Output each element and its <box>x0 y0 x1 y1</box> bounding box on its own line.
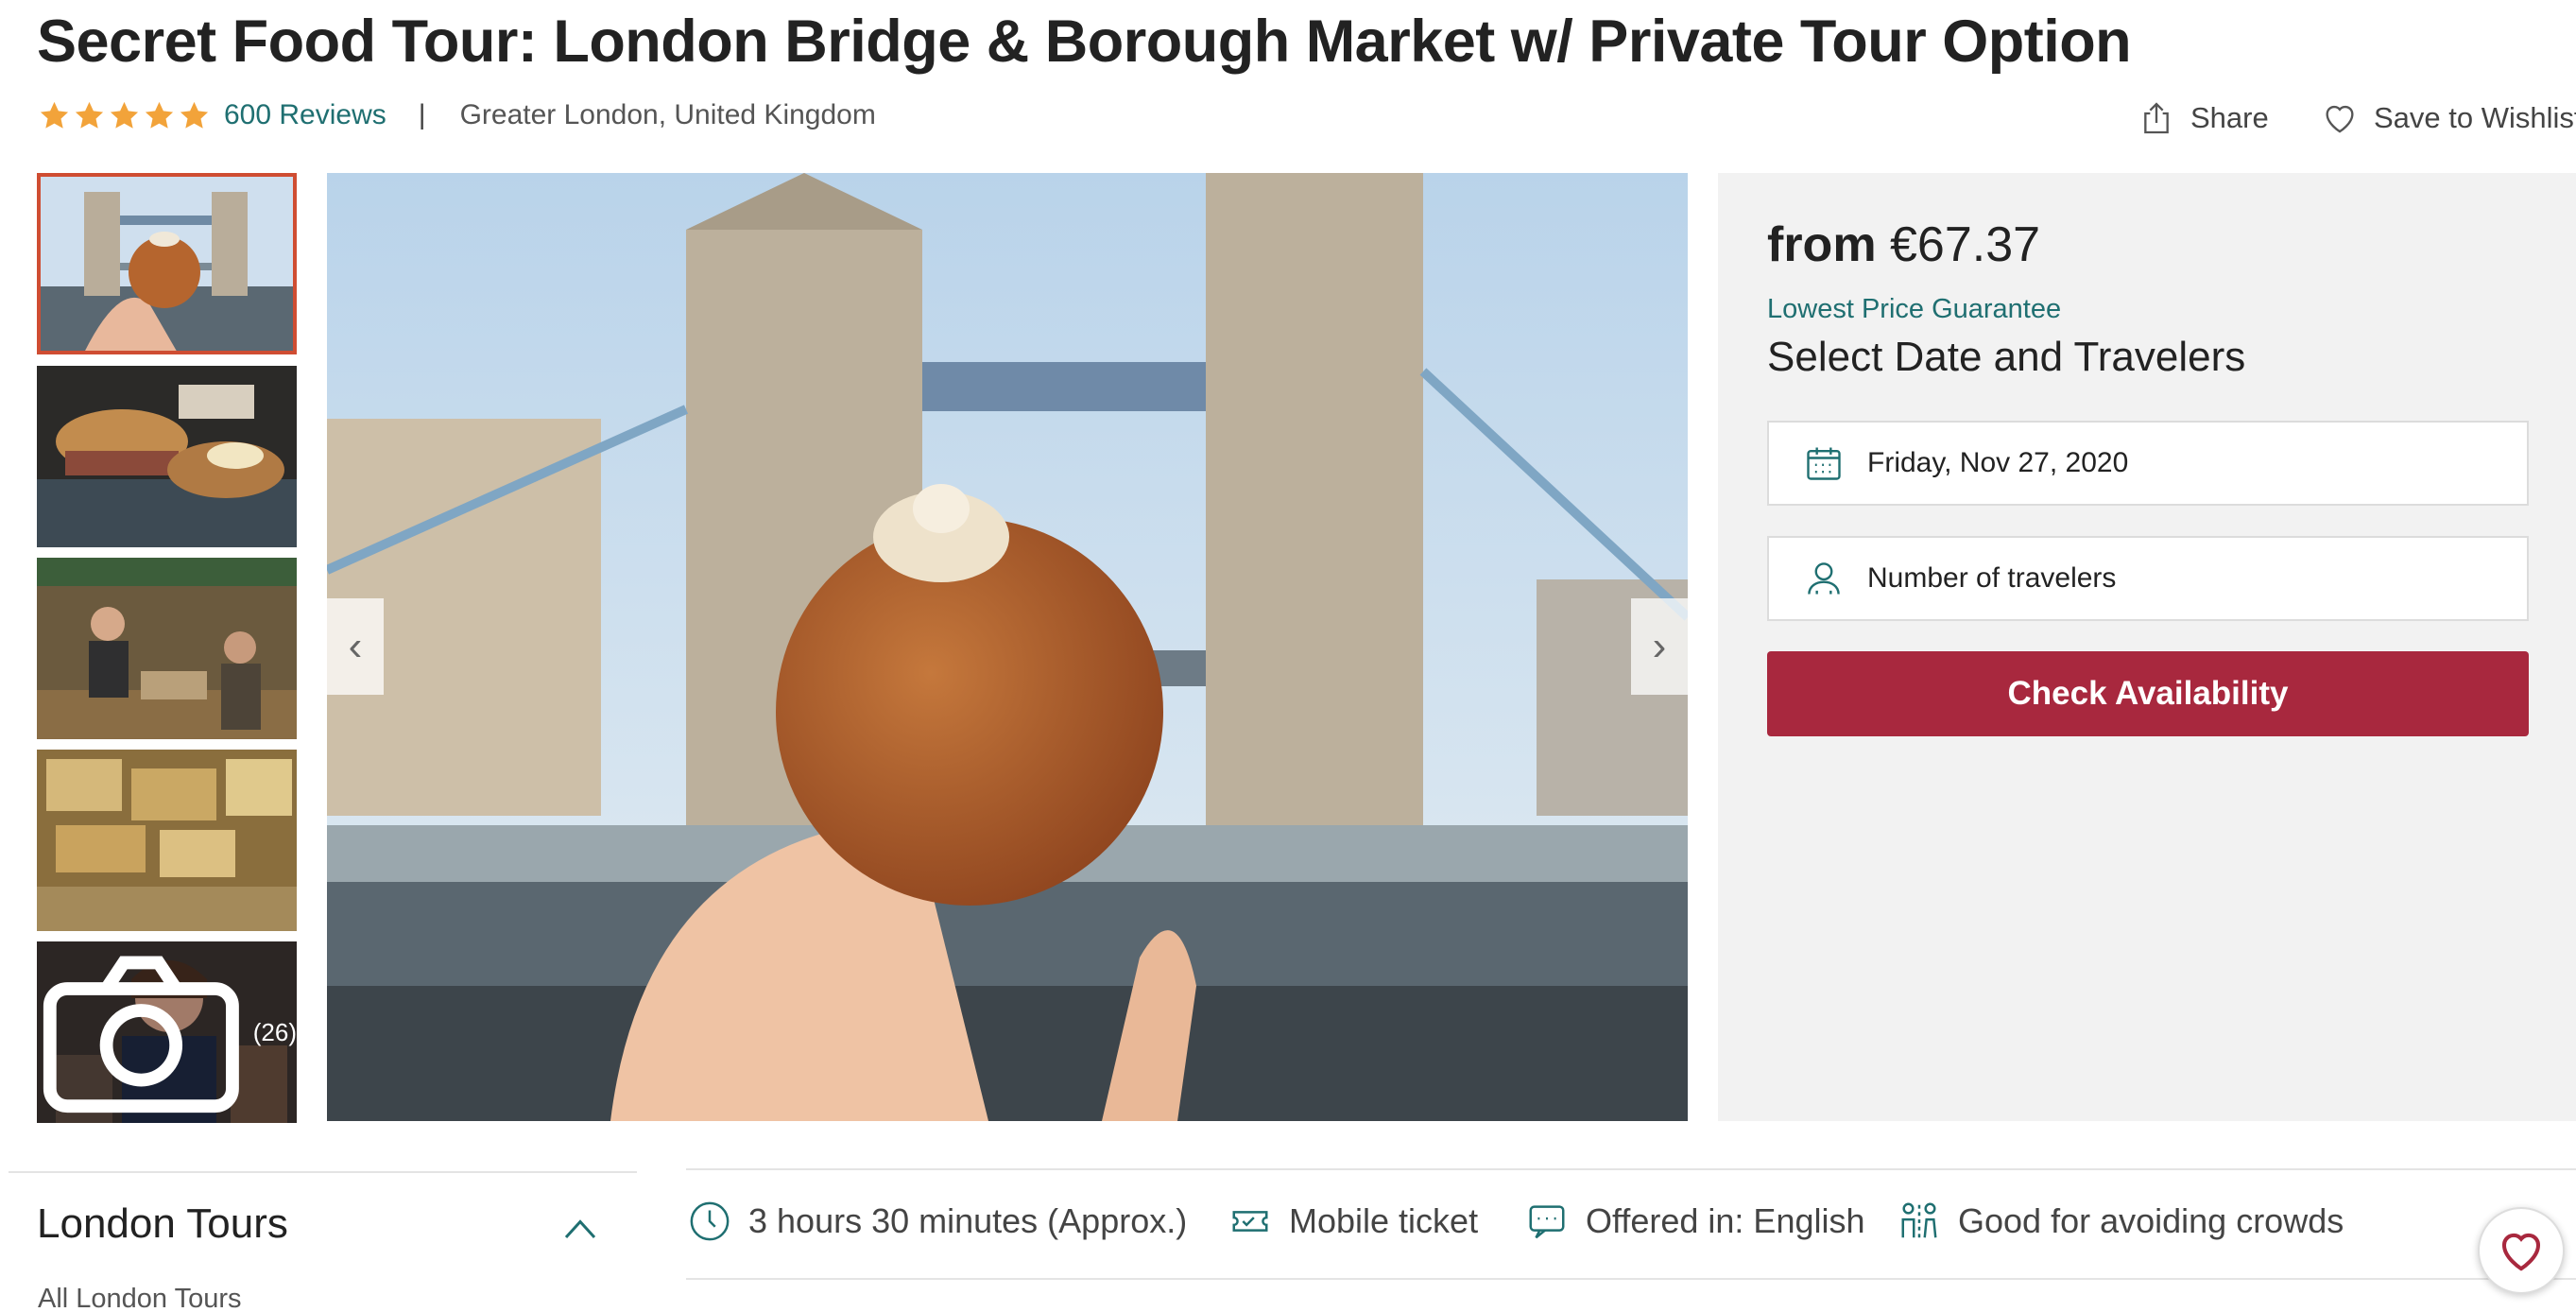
calendar-icon <box>1807 447 1841 480</box>
feature-duration: 3 hours 30 minutes (Approx.) <box>688 1199 1187 1244</box>
thumbnail-image <box>37 173 297 354</box>
lowest-price-guarantee-link[interactable]: Lowest Price Guarantee <box>1767 294 2061 325</box>
rating-row: 600 Reviews | Greater London, United Kin… <box>38 96 876 134</box>
photo-count-overlay[interactable]: (26) <box>37 941 297 1123</box>
gallery-next-button[interactable]: › <box>1631 598 1688 695</box>
date-value: Friday, Nov 27, 2020 <box>1867 447 2129 478</box>
select-date-travelers-heading: Select Date and Travelers <box>1767 334 2246 380</box>
star-icon <box>180 101 209 129</box>
page-title: Secret Food Tour: London Bridge & Boroug… <box>37 9 2132 75</box>
person-icon <box>1808 562 1840 595</box>
thumbnail-image <box>37 366 297 547</box>
feature-label: Mobile ticket <box>1289 1201 1479 1240</box>
chevron-left-icon: ‹ <box>348 623 363 669</box>
heart-outline-icon <box>2326 105 2354 133</box>
price-prefix: from <box>1767 217 1877 272</box>
photo-count: (26) <box>252 1017 297 1046</box>
divider <box>686 1168 2576 1170</box>
share-label: Share <box>2190 101 2269 134</box>
feature-avoid-crowds: Good for avoiding crowds <box>1898 1199 2344 1244</box>
booking-panel: from €67.37 Lowest Price Guarantee Selec… <box>1718 173 2576 1121</box>
divider <box>686 1278 2576 1280</box>
chat-icon <box>1529 1205 1565 1239</box>
reviews-link[interactable]: 600 Reviews <box>224 99 386 131</box>
camera-icon <box>43 956 239 1113</box>
meta-separator: | <box>418 99 426 130</box>
divider <box>9 1171 637 1173</box>
star-icon <box>40 101 69 129</box>
heart-outline-icon <box>2501 1233 2541 1271</box>
rating-stars <box>38 99 211 132</box>
star-icon <box>110 101 139 129</box>
save-to-wishlist-button[interactable]: Save to Wishlist <box>2321 96 2576 140</box>
ticket-icon <box>1232 1211 1268 1232</box>
floating-wishlist-button[interactable] <box>2478 1207 2565 1294</box>
thumbnail-image <box>37 558 297 739</box>
price-amount: €67.37 <box>1890 217 2041 272</box>
tower-bridge-doughnut-photo <box>327 173 1688 1121</box>
travelers-field[interactable]: Number of travelers <box>1767 536 2529 621</box>
thumbnail-image <box>37 750 297 931</box>
feature-mobile-ticket: Mobile ticket <box>1228 1199 1478 1244</box>
chevron-up-icon[interactable] <box>563 1217 597 1240</box>
main-photo <box>327 173 1688 1121</box>
people-distance-icon <box>1901 1202 1937 1238</box>
share-button[interactable]: Share <box>2138 96 2269 140</box>
check-availability-button[interactable]: Check Availability <box>1767 651 2529 736</box>
price: from €67.37 <box>1767 216 2040 273</box>
feature-label: 3 hours 30 minutes (Approx.) <box>748 1201 1188 1240</box>
star-icon <box>145 101 174 129</box>
date-picker[interactable]: Friday, Nov 27, 2020 <box>1767 421 2529 506</box>
clock-icon <box>690 1201 730 1241</box>
travelers-placeholder: Number of travelers <box>1867 562 2117 594</box>
thumbnail-market-sandwich[interactable] <box>37 366 297 547</box>
thumbnail-guide-smiling[interactable]: (26) <box>37 941 297 1123</box>
thumbnail-market-stall-vendor[interactable] <box>37 558 297 739</box>
gallery-prev-button[interactable]: ‹ <box>327 598 384 695</box>
chevron-right-icon: › <box>1652 623 1667 669</box>
sidebar-heading: London Tours <box>37 1200 288 1247</box>
feature-language: Offered in: English <box>1525 1199 1865 1244</box>
share-icon <box>2144 102 2169 134</box>
feature-label: Offered in: English <box>1586 1201 1865 1240</box>
location-text: Greater London, United Kingdom <box>459 99 876 130</box>
all-london-tours-link[interactable]: All London Tours <box>38 1284 242 1312</box>
feature-label: Good for avoiding crowds <box>1958 1201 2344 1240</box>
thumbnail-tower-bridge-doughnut[interactable] <box>37 173 297 354</box>
wishlist-label: Save to Wishlist <box>2374 101 2576 134</box>
thumbnail-cheese-wheels[interactable] <box>37 750 297 931</box>
star-icon <box>75 101 104 129</box>
